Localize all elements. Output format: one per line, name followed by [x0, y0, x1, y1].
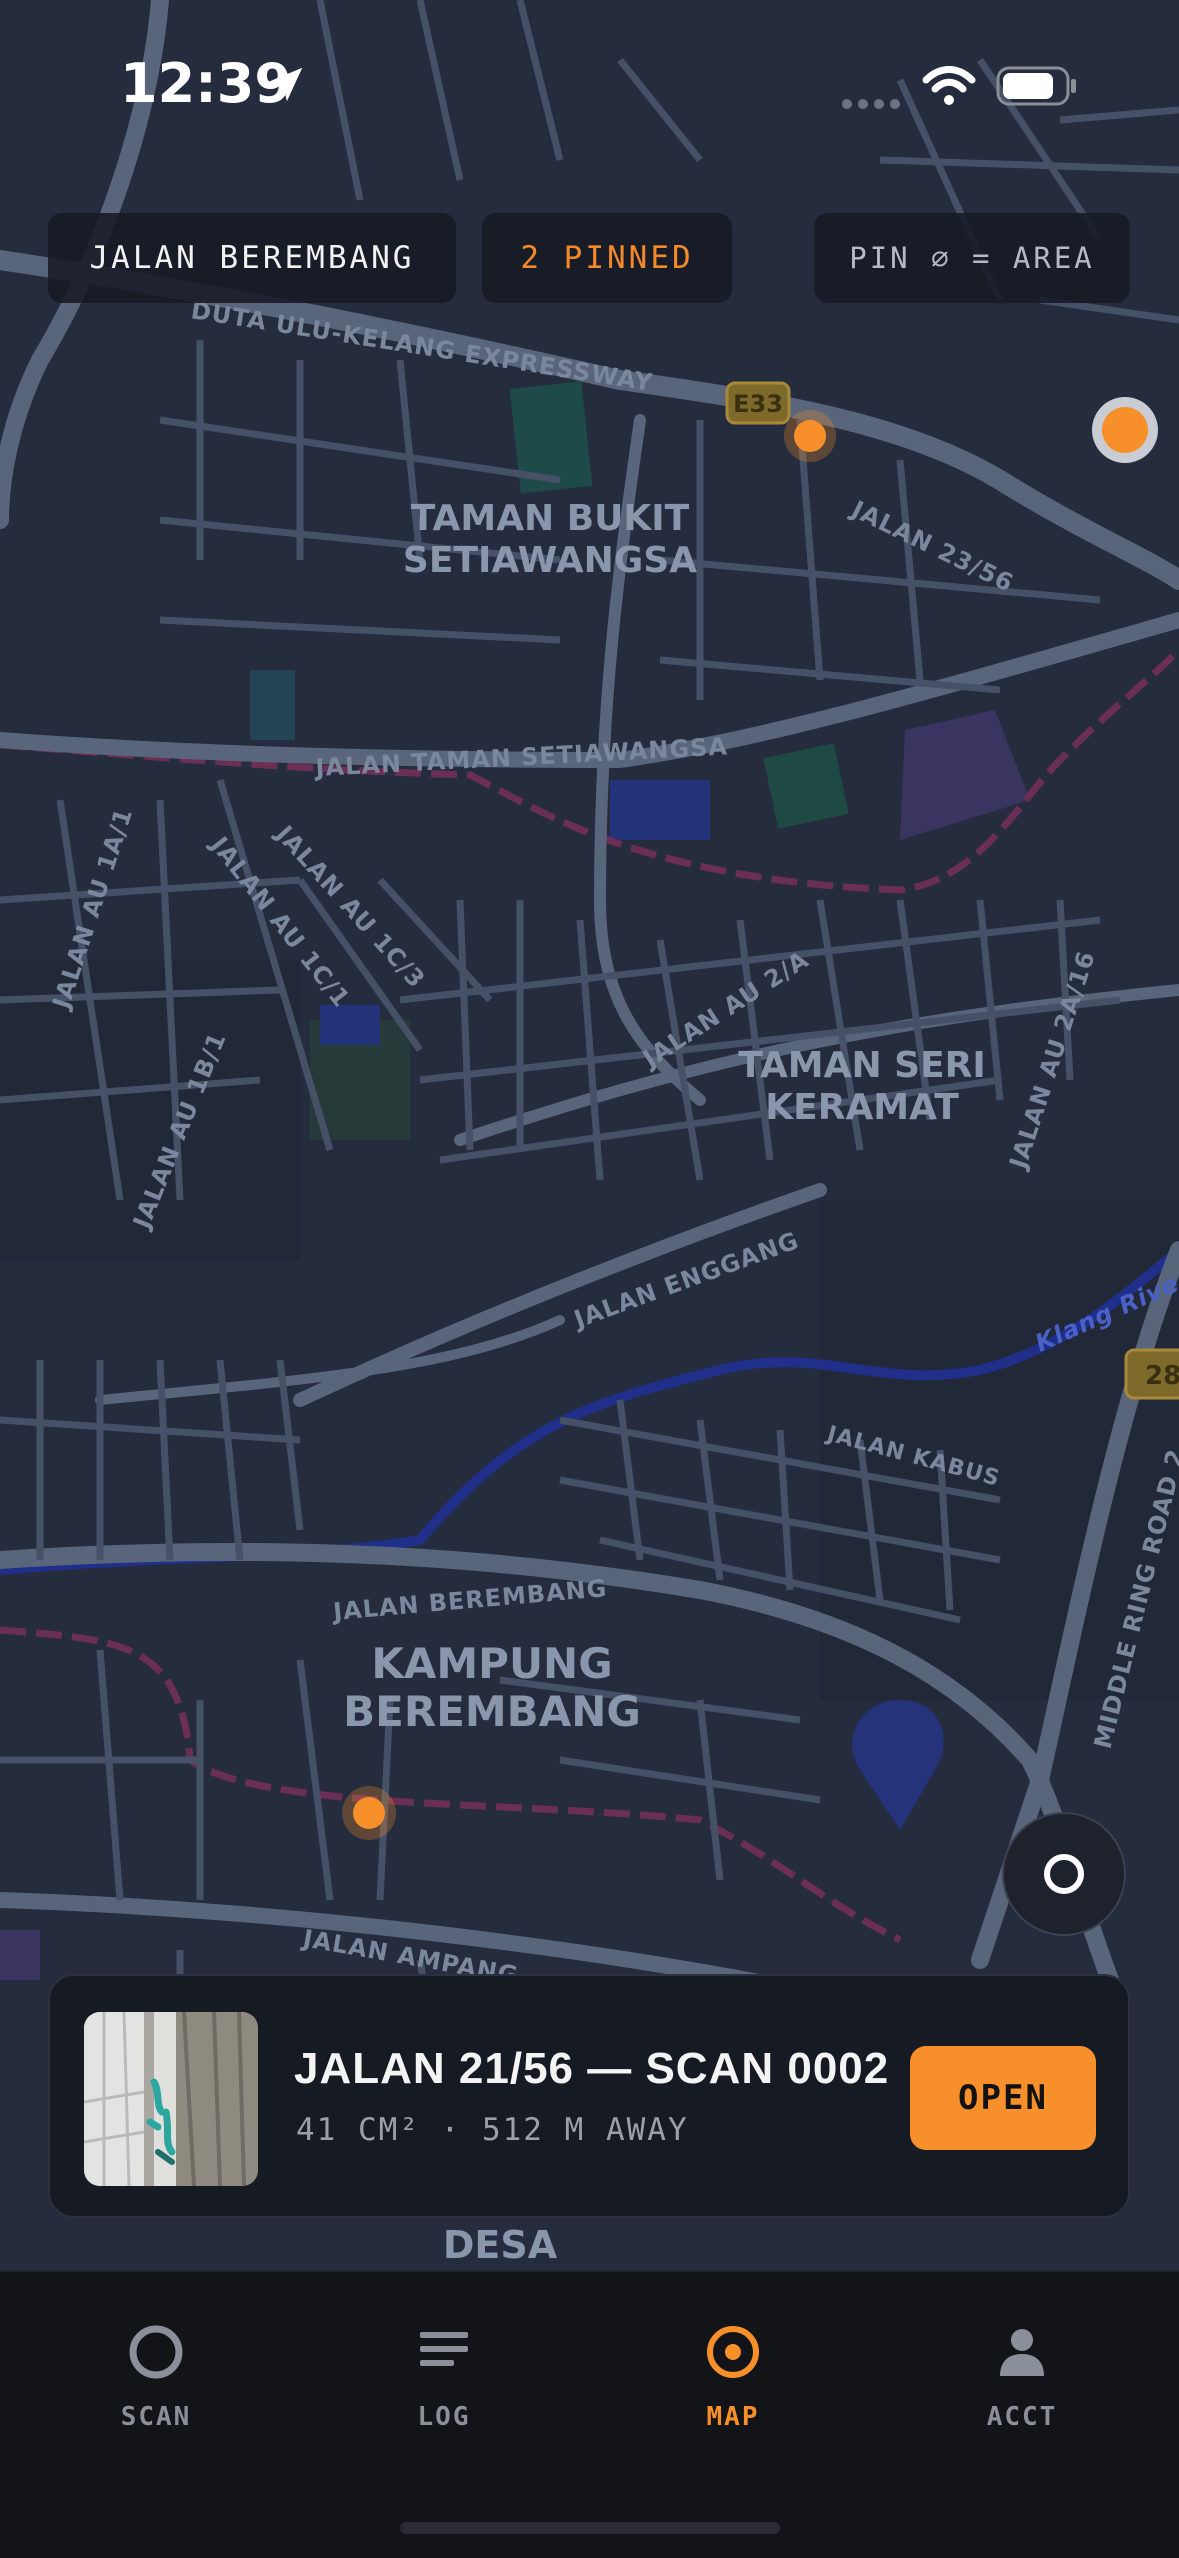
- pinned-count-pill[interactable]: 2 PINNED: [482, 213, 732, 303]
- location-pill[interactable]: JALAN BEREMBANG: [48, 213, 456, 303]
- area-label: SETIAWANGSA: [403, 540, 697, 581]
- area-label: KAMPUNG: [371, 1639, 612, 1688]
- map-pin-selected[interactable]: [1092, 397, 1158, 463]
- area-label: TAMAN SERI: [738, 1045, 986, 1086]
- scan-meta: 41 CM² · 512 M AWAY: [296, 2112, 689, 2148]
- tab-acct[interactable]: ACCT: [942, 2322, 1102, 2442]
- tab-label: ACCT: [986, 2402, 1058, 2432]
- locate-me-button[interactable]: [1002, 1812, 1126, 1936]
- list-icon: [420, 2332, 468, 2366]
- wifi-icon: [922, 66, 976, 105]
- scan-title: JALAN 21/56 — SCAN 0002: [294, 2044, 890, 2093]
- person-icon: [1000, 2329, 1044, 2376]
- status-bar: 12:39: [0, 0, 1179, 170]
- target-icon: [707, 2326, 759, 2378]
- area-label: KERAMAT: [765, 1087, 959, 1128]
- tab-bar: SCAN LOG MAP ACCT: [0, 2270, 1179, 2558]
- tab-label: MAP: [706, 2402, 760, 2432]
- route-28-shield: 28: [1145, 1361, 1179, 1391]
- legend-pill: PIN ⌀ = AREA: [814, 213, 1130, 303]
- tab-label: LOG: [417, 2402, 471, 2432]
- map-pin[interactable]: [353, 1797, 385, 1829]
- area-label: TAMAN BUKIT: [411, 498, 690, 539]
- e33-shield: E33: [733, 390, 783, 418]
- cellular-dots-icon: [842, 94, 906, 113]
- circle-icon: [129, 2325, 183, 2379]
- tab-log[interactable]: LOG: [364, 2322, 524, 2442]
- battery-icon: [996, 66, 1076, 106]
- tab-scan[interactable]: SCAN: [76, 2322, 236, 2442]
- ring-icon: [1044, 1854, 1084, 1894]
- scan-thumbnail: [84, 2012, 258, 2186]
- home-indicator: [400, 2522, 780, 2534]
- scan-photo-icon: [84, 2012, 258, 2186]
- map-pin[interactable]: [794, 420, 826, 452]
- open-button[interactable]: OPEN: [910, 2046, 1096, 2150]
- pin-dot: [1102, 407, 1148, 453]
- area-label: DESA: [443, 2223, 558, 2267]
- location-arrow-icon: [267, 67, 303, 102]
- tab-map[interactable]: MAP: [653, 2322, 813, 2442]
- tab-label: SCAN: [120, 2402, 192, 2432]
- area-label: BEREMBANG: [343, 1687, 641, 1736]
- scan-card[interactable]: JALAN 21/56 — SCAN 0002 41 CM² · 512 M A…: [48, 1974, 1130, 2218]
